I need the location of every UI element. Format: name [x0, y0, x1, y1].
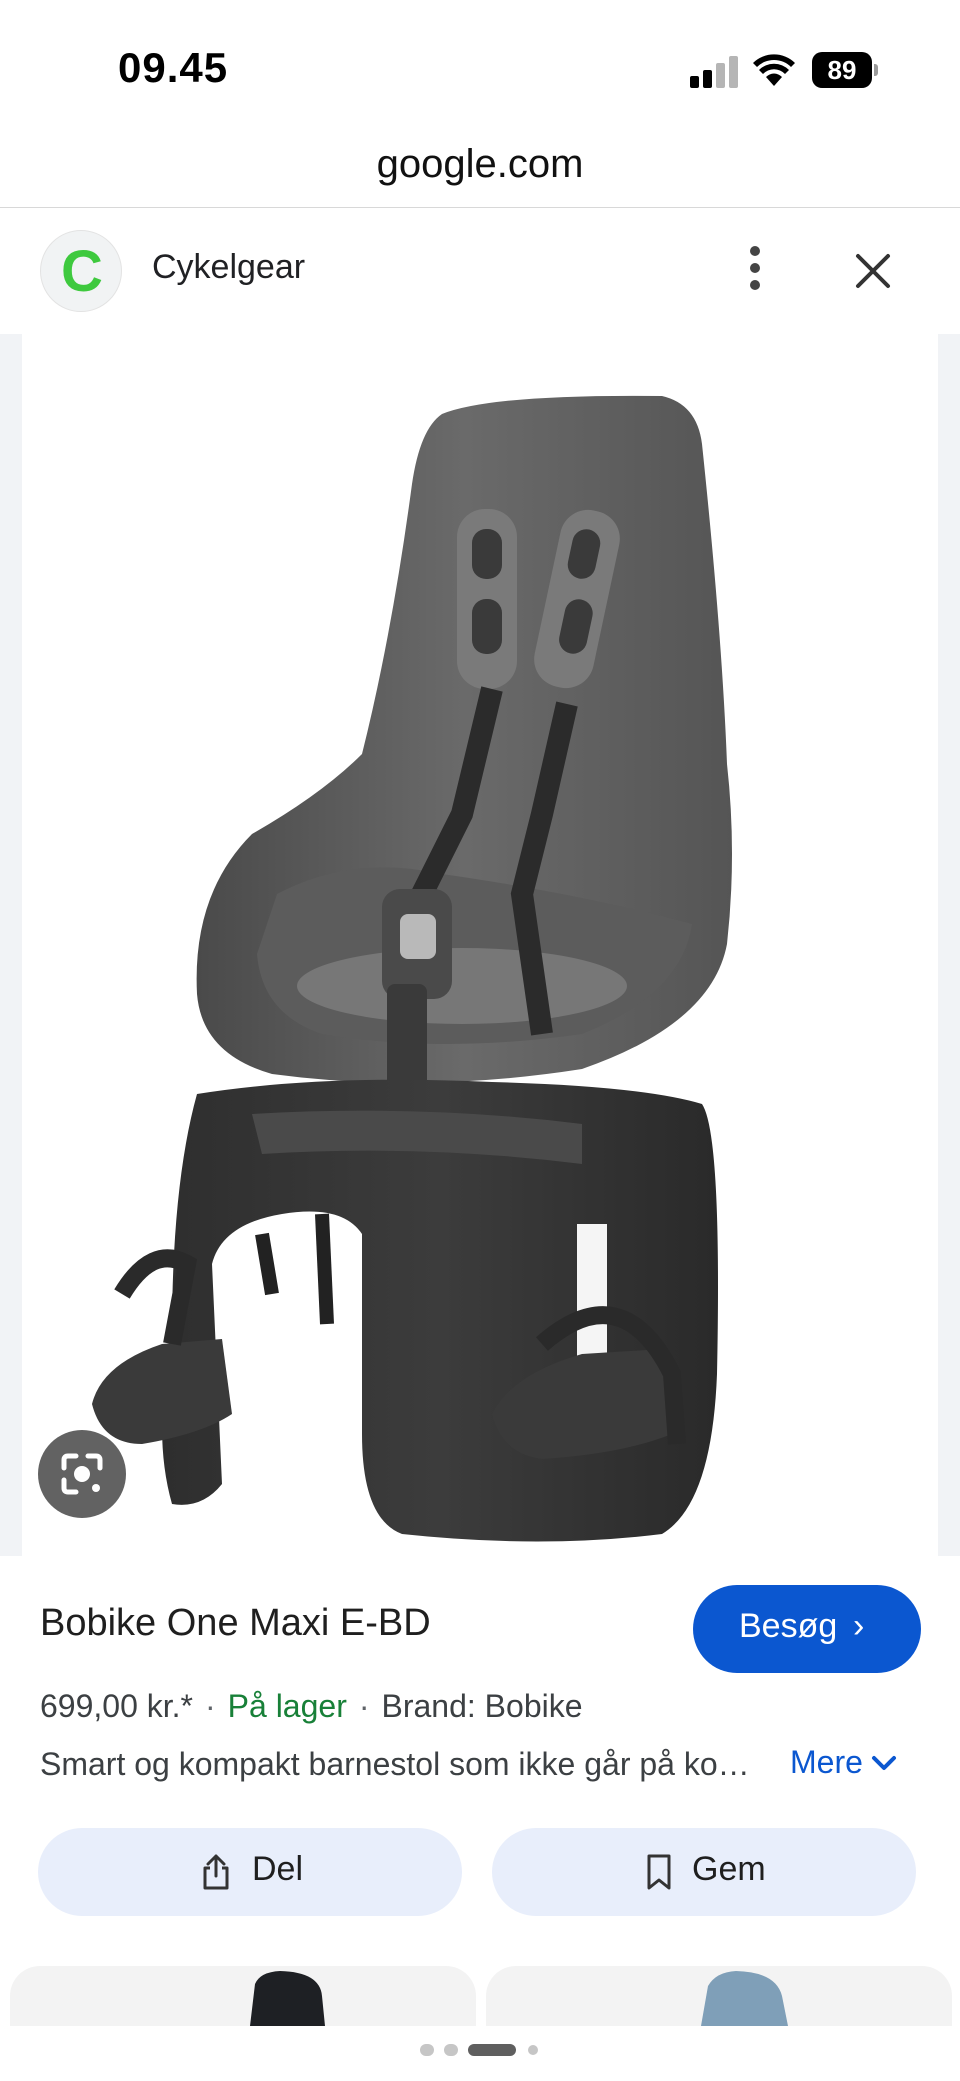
product-image[interactable] [22, 334, 938, 1556]
address-bar[interactable]: google.com [0, 130, 960, 208]
more-options-icon[interactable] [735, 238, 775, 298]
related-product-thumbnail [250, 1971, 325, 2026]
site-name[interactable]: Cykelgear [152, 248, 305, 287]
related-product-card[interactable] [10, 1966, 476, 2026]
source-header: C Cykelgear [0, 208, 960, 334]
save-button-label: Gem [692, 1850, 766, 1888]
close-icon[interactable] [848, 246, 898, 296]
save-button[interactable]: Gem [492, 1828, 916, 1916]
cellular-signal-icon [690, 56, 738, 88]
product-meta: 699,00 kr.* · På lager · Brand: Bobike [40, 1688, 583, 1725]
carousel-page-indicator [0, 2040, 960, 2060]
share-icon [203, 1854, 229, 1890]
product-title: Bobike One Maxi E-BD [40, 1602, 431, 1644]
share-button[interactable]: Del [38, 1828, 462, 1916]
status-bar: 09.45 89 [0, 0, 960, 130]
related-product-card[interactable] [486, 1966, 952, 2026]
image-frame-left [0, 334, 22, 1556]
wifi-icon [753, 54, 795, 86]
site-logo-letter: C [61, 239, 103, 304]
site-logo[interactable]: C [40, 230, 122, 312]
product-description: Smart og kompakt barnestol som ikke går … [40, 1746, 770, 1782]
share-button-label: Del [252, 1850, 304, 1888]
visit-button-label: Besøg [739, 1607, 838, 1645]
battery-icon: 89 [812, 52, 878, 88]
google-lens-icon[interactable] [38, 1430, 126, 1518]
visit-button[interactable]: Besøg › [693, 1585, 921, 1673]
related-product-thumbnail [701, 1971, 788, 2026]
stock-status: På lager [227, 1688, 347, 1724]
battery-level: 89 [827, 55, 857, 85]
url-text: google.com [376, 142, 584, 186]
bookmark-icon [647, 1854, 671, 1890]
chevron-right-icon: › [853, 1607, 865, 1645]
more-link[interactable]: Mere [790, 1744, 897, 1781]
separator-dot: · [205, 1688, 216, 1724]
status-time: 09.45 [118, 44, 229, 91]
more-link-label: Mere [790, 1744, 863, 1780]
product-price: 699,00 kr.* [40, 1688, 193, 1724]
chevron-down-icon [871, 1744, 897, 1781]
product-brand: Brand: Bobike [381, 1688, 583, 1724]
image-frame-right [938, 334, 960, 1556]
separator-dot: · [358, 1688, 370, 1724]
child-bike-seat-illustration [92, 395, 733, 1542]
